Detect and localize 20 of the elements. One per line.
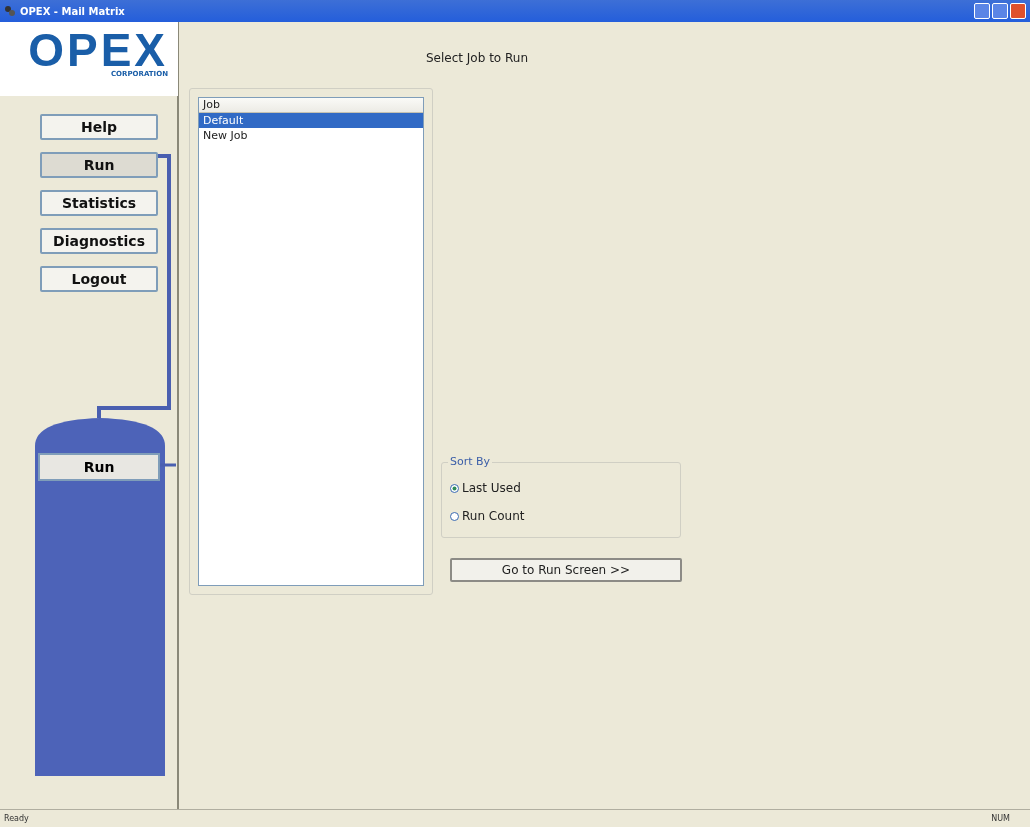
nav-button[interactable]: Logout xyxy=(40,266,158,292)
radio-option[interactable]: Last Used xyxy=(450,481,521,495)
nav-button[interactable]: Statistics xyxy=(40,190,158,216)
column-header[interactable]: Job xyxy=(199,98,423,113)
status-text: Ready xyxy=(4,814,29,823)
logo-name: OPEX xyxy=(28,30,168,70)
tank-run-button[interactable]: Run xyxy=(38,453,160,481)
app-icon xyxy=(4,5,16,17)
go-button[interactable]: Go to Run Screen >> xyxy=(450,558,682,582)
group-title: Sort By xyxy=(448,455,493,468)
close-button[interactable] xyxy=(1010,3,1026,19)
nav-button[interactable]: Diagnostics xyxy=(40,228,158,254)
job-list-item[interactable]: New Job xyxy=(199,128,423,143)
radio-option[interactable]: Run Count xyxy=(450,509,525,523)
nav-button[interactable]: Help xyxy=(40,114,158,140)
window-title: OPEX - Mail Matrix xyxy=(20,5,125,17)
num-lock-indicator: NUM xyxy=(991,814,1010,823)
job-list-item[interactable]: Default xyxy=(199,113,423,128)
page-heading: Select Job to Run xyxy=(426,51,529,65)
nav-button[interactable]: Run xyxy=(40,152,158,178)
